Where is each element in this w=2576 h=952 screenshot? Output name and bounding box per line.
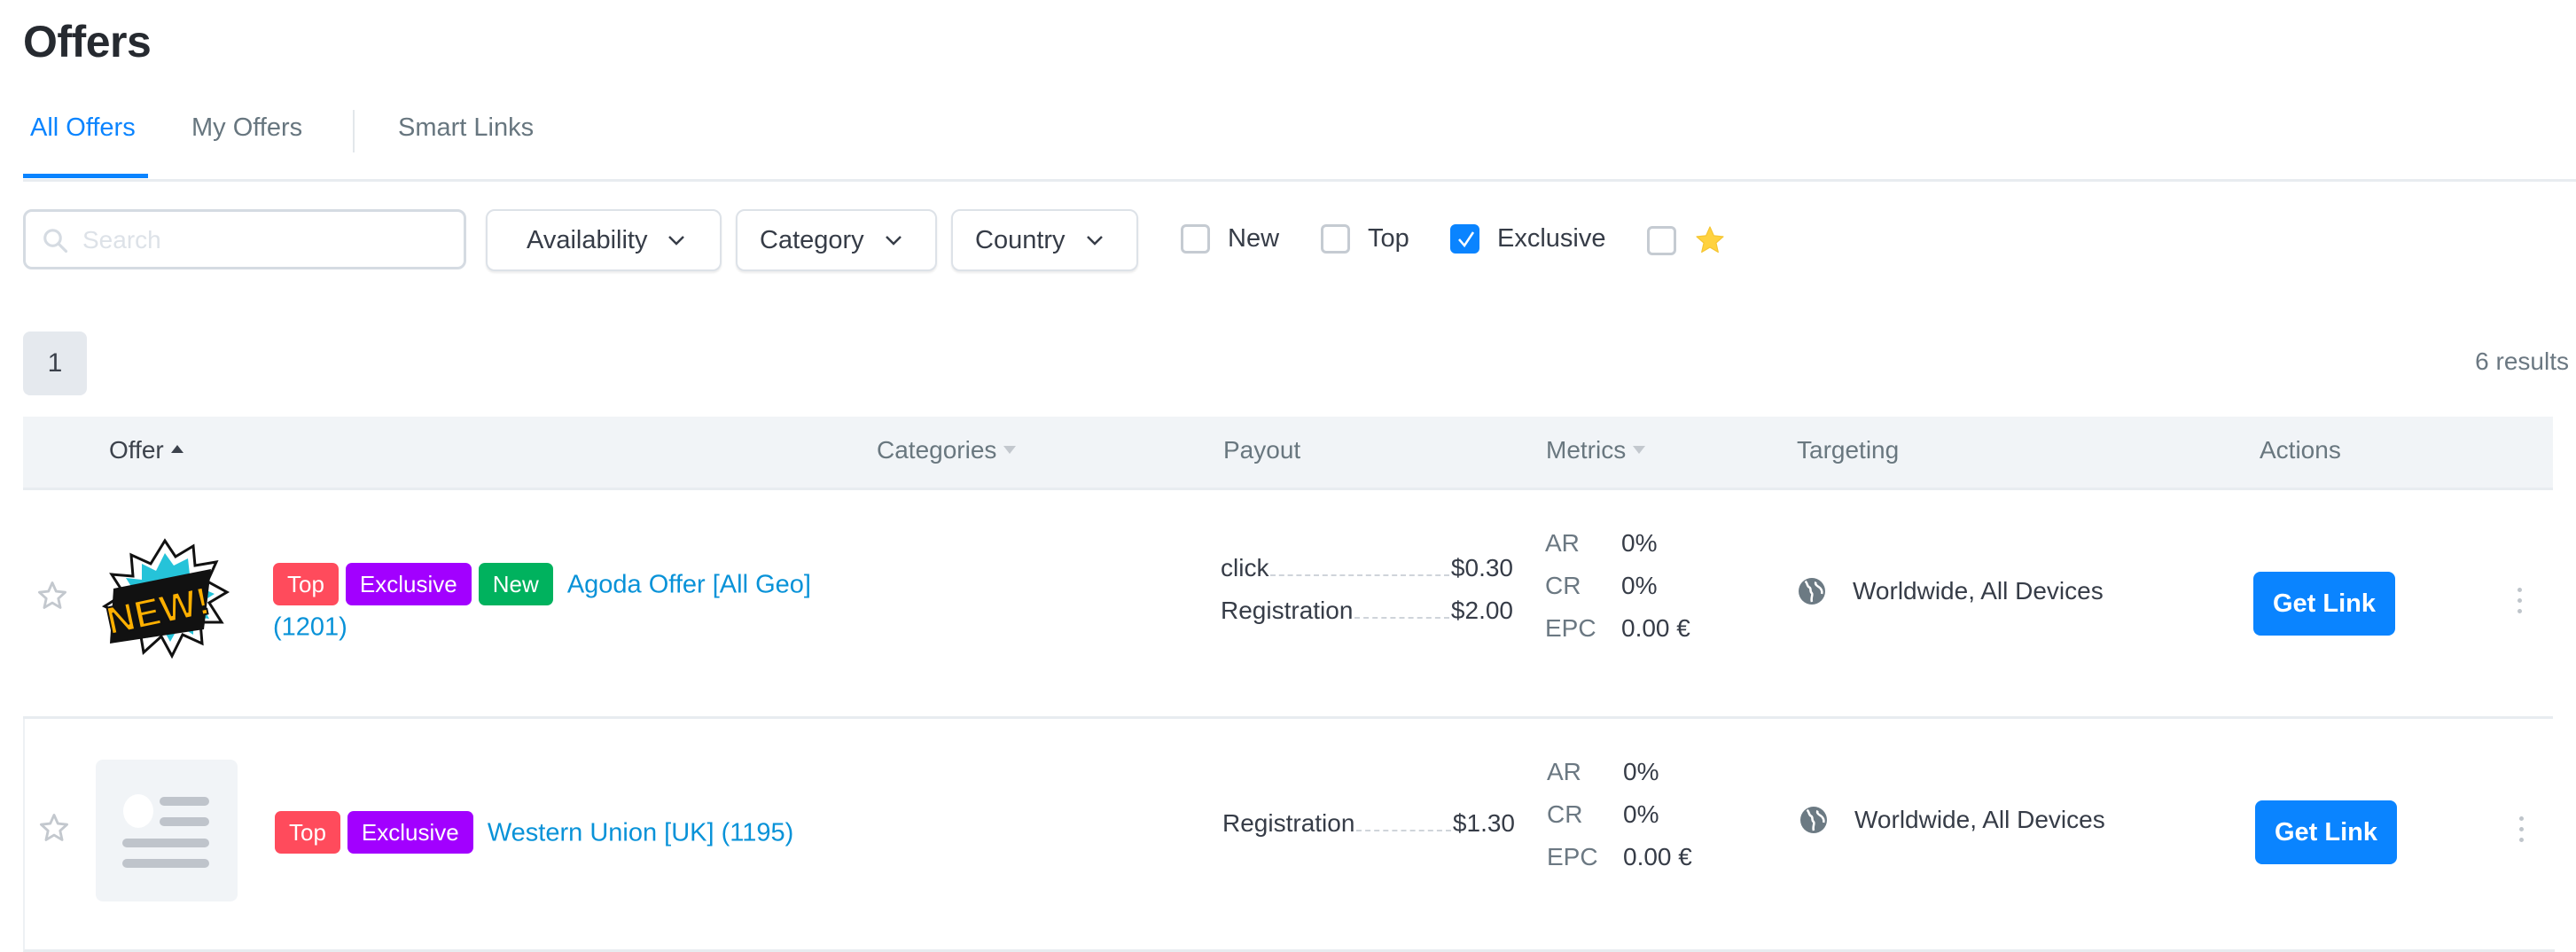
targeting-cell: Worldwide, All Devices [1798,804,2105,836]
placeholder-image [96,760,238,901]
globe-icon [1800,807,1827,833]
more-options-icon[interactable] [2514,588,2525,620]
chevron-down-icon [885,236,902,246]
checkbox[interactable] [1181,224,1210,254]
checkbox[interactable] [1321,224,1350,254]
sort-ascending-icon [170,445,183,454]
sort-icon [1003,446,1017,455]
badge-top: Top [275,811,340,854]
column-header-payout: Payout [1223,436,1301,464]
payout-type: Registration [1221,597,1354,624]
metric-value-cr: 0% [1621,572,1658,599]
column-header-categories[interactable]: Categories [877,436,1017,464]
payout-amount: $0.30 [1450,554,1513,581]
payout-line: click $0.30 [1221,554,1513,597]
filter-exclusive-checkbox[interactable]: Exclusive [1450,224,1606,254]
payout-line: Registration $2.00 [1221,597,1513,639]
tab-smart-links[interactable]: Smart Links [398,113,534,143]
header-label: Categories [877,436,997,464]
targeting-text: Worldwide, All Devices [1854,806,2105,833]
checkmark-icon [1458,231,1475,248]
search-icon [43,229,68,254]
star-icon [1696,226,1724,254]
column-header-actions: Actions [2260,436,2341,464]
payout-cell: click $0.30 Registration $2.00 [1221,554,1513,639]
page-title: Offers [23,17,152,66]
targeting-cell: Worldwide, All Devices [1796,575,2104,607]
sort-icon [1633,446,1646,455]
active-tab-indicator [23,174,148,178]
country-dropdown[interactable]: Country [951,209,1138,271]
metric-label-cr: CR [1547,800,1583,828]
metric-label-epc: EPC [1545,614,1596,642]
column-header-offer[interactable]: Offer [109,436,183,464]
filter-favorites-checkbox[interactable] [1647,224,1726,256]
payout-line: Registration $1.30 [1222,809,1515,852]
metric-label-ar: AR [1547,758,1581,785]
filter-top-checkbox[interactable]: Top [1321,224,1409,254]
metric-label-cr: CR [1545,572,1581,599]
checkbox-label-new: New [1228,224,1280,253]
offer-link[interactable]: Western Union [UK] (1195) [488,818,793,847]
metric-value-ar: 0% [1623,758,1659,785]
availability-label: Availability [527,225,648,254]
more-options-icon[interactable] [2516,816,2526,848]
chevron-down-icon [1086,236,1103,246]
checkbox-label-top: Top [1368,224,1409,253]
tab-all-offers[interactable]: All Offers [30,113,136,143]
offer-cell: Top Exclusive New Agoda Offer [All Geo] (1… [273,563,823,648]
badge-top: Top [273,563,339,606]
badge-exclusive: Exclusive [347,811,473,854]
badge-exclusive: Exclusive [345,563,472,606]
search-input[interactable] [81,212,457,269]
badge-new: New [478,563,553,606]
get-link-button[interactable]: Get Link [2253,572,2395,636]
image-placeholder-icon [122,794,209,868]
metric-value-ar: 0% [1621,529,1658,557]
targeting-text: Worldwide, All Devices [1853,577,2104,605]
get-link-button[interactable]: Get Link [2255,800,2397,864]
results-count: 6 results [2475,347,2569,375]
metric-value-epc: 0.00 € [1623,843,1692,870]
filter-new-checkbox[interactable]: New [1181,224,1279,254]
tab-bar: All Offers My Offers Smart Links [23,98,2576,182]
search-box [23,209,466,269]
globe-icon [1799,578,1825,605]
availability-dropdown[interactable]: Availability [486,209,722,271]
checkbox-checked[interactable] [1450,224,1479,254]
metrics-cell: AR 0% CR 0% EPC 0.00 € [1547,751,1692,878]
checkbox[interactable] [1647,225,1676,255]
favorite-star-icon[interactable] [37,811,71,845]
category-dropdown[interactable]: Category [736,209,937,271]
table-row: Top Exclusive Western Union [UK] (1195) R… [23,719,2555,952]
metric-value-epc: 0.00 € [1621,614,1690,642]
chevron-down-icon [668,236,685,246]
favorite-star-icon[interactable] [35,579,69,613]
checkbox-label-exclusive: Exclusive [1497,224,1606,253]
metric-label-ar: AR [1545,529,1580,557]
column-header-targeting: Targeting [1797,436,1900,464]
tab-my-offers[interactable]: My Offers [191,113,302,143]
payout-amount: $1.30 [1452,809,1515,837]
metrics-cell: AR 0% CR 0% EPC 0.00 € [1545,522,1690,650]
column-header-metrics[interactable]: Metrics [1546,436,1646,464]
payout-type: Registration [1222,809,1355,837]
category-label: Category [760,225,864,254]
new-comic-burst-image: NEW! [102,538,230,659]
payout-cell: Registration $1.30 [1222,809,1515,852]
table-header: Offer Categories Payout Metrics Targetin… [23,417,2553,490]
table-row: NEW! Top Exclusive New Agoda Offer [All Ge… [23,490,2553,719]
tab-divider [353,110,355,152]
metric-value-cr: 0% [1623,800,1659,828]
header-label: Offer [109,436,164,464]
page-1-button[interactable]: 1 [23,332,87,395]
offer-cell: Top Exclusive Western Union [UK] (1195) [275,811,824,854]
country-label: Country [975,225,1066,254]
payout-type: click [1221,554,1269,581]
payout-amount: $2.00 [1450,597,1513,624]
header-label: Metrics [1546,436,1627,464]
metric-label-epc: EPC [1547,843,1598,870]
